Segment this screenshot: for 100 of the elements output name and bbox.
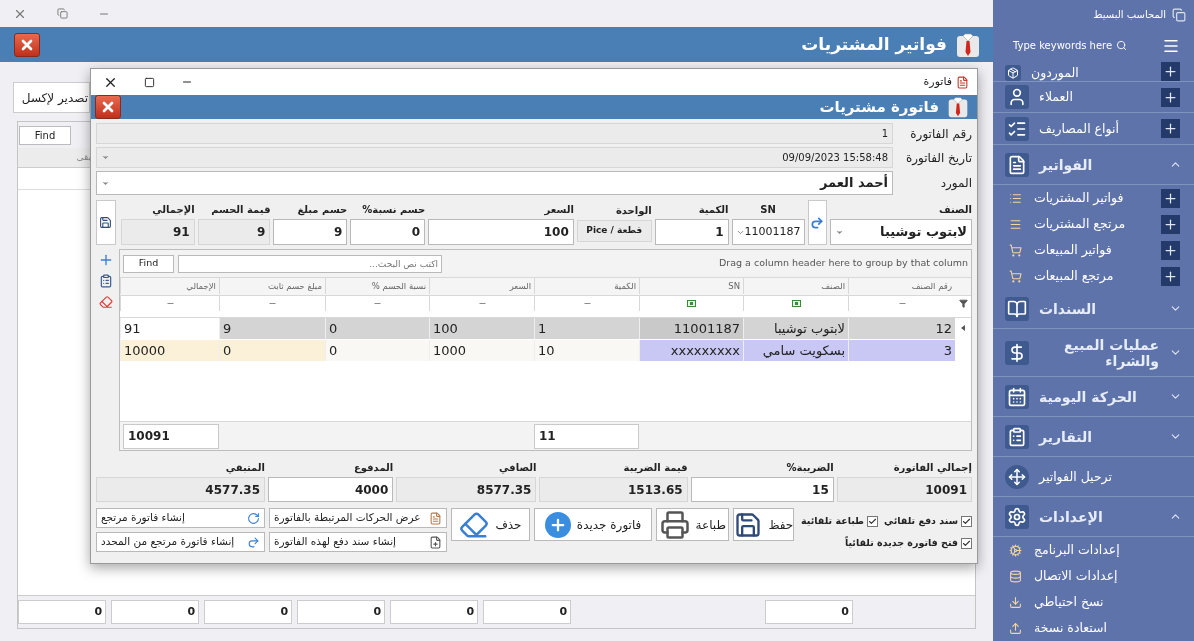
- close-icon: [100, 99, 116, 115]
- column-header[interactable]: SN: [639, 278, 743, 294]
- total-label: قيمة الضريبة: [622, 461, 688, 476]
- action-button[interactable]: طباعة: [656, 508, 730, 541]
- total-field: 8577.35: [396, 477, 537, 502]
- readonly-field: 1: [96, 123, 893, 144]
- sidebar-item[interactable]: إعدادات البرنامج: [1034, 542, 1120, 558]
- link-button[interactable]: إنشاء سند دفع لهذه الفاتورة: [269, 532, 447, 552]
- sidebar-group[interactable]: عمليات المبيع والشراء: [1039, 336, 1159, 369]
- total-field[interactable]: 4000: [268, 477, 394, 502]
- close-button[interactable]: [14, 32, 40, 57]
- checklist-icon: [1005, 116, 1029, 141]
- add-button[interactable]: [1161, 119, 1180, 139]
- column-header[interactable]: الصنف: [743, 278, 848, 294]
- column-header[interactable]: رقم الصنف: [848, 278, 955, 294]
- sidebar-group[interactable]: التقارير: [1039, 428, 1093, 445]
- entry-field[interactable]: 9: [273, 219, 348, 245]
- total-label: الضريبة%: [785, 461, 834, 476]
- total-field: 4577.35: [96, 477, 265, 502]
- grid-cell: لابتوب توشيبا: [743, 318, 848, 339]
- filter-icon[interactable]: [958, 299, 968, 308]
- export-button[interactable]: تصدير لإكسل: [13, 82, 90, 113]
- group-hint: Drag a column header here to group by that column: [719, 256, 968, 271]
- app-name: المحاسب البسيط: [1093, 8, 1166, 23]
- add-button[interactable]: [1161, 214, 1180, 234]
- column-header[interactable]: الكمية: [534, 278, 639, 294]
- calendar-icon: [1005, 384, 1029, 409]
- sidebar-item[interactable]: استعادة نسخة: [1034, 620, 1108, 636]
- plus-icon: [1163, 121, 1178, 137]
- sidebar-item[interactable]: العملاء: [1039, 89, 1073, 105]
- window-title: فواتير المشتريات: [801, 32, 947, 57]
- sidebar-item[interactable]: أنواع المصاريف: [1039, 120, 1119, 137]
- item-combo[interactable]: لابتوب توشيبا: [830, 219, 972, 245]
- total-label: المتبقي: [224, 461, 265, 476]
- column-header[interactable]: الإجمالي: [120, 278, 219, 294]
- add-button[interactable]: [1161, 188, 1180, 208]
- shirt-tie-icon: [947, 96, 969, 118]
- link-button[interactable]: إنشاء فاتورة مرتجع: [96, 508, 265, 528]
- sidebar-item[interactable]: مرتجع المشتريات: [1034, 216, 1126, 233]
- search-field[interactable]: Type keywords here: [1013, 38, 1128, 54]
- curved-arrow-icon: [810, 215, 825, 230]
- current-row-indicator: [961, 325, 965, 332]
- link-button[interactable]: عرض الحركات المرتبطة بالفاتورة: [269, 508, 447, 528]
- supplier-combo[interactable]: أحمد العمر: [96, 171, 893, 195]
- entry-field[interactable]: 100: [428, 219, 574, 245]
- sidebar-item[interactable]: الموردون: [1031, 64, 1079, 81]
- checkbox[interactable]: [961, 515, 972, 527]
- sidebar-item[interactable]: إعدادات الاتصال: [1034, 568, 1118, 584]
- entry-label: قيمة الحسم: [210, 203, 271, 217]
- column-header[interactable]: نسبة الحسم %: [325, 278, 429, 294]
- sidebar-item[interactable]: فواتير المبيعات: [1034, 242, 1112, 259]
- column-header[interactable]: السعر: [429, 278, 534, 294]
- entry-label: الإجمالي: [151, 203, 195, 218]
- checkbox-label: سند دفع تلقائي: [884, 514, 958, 529]
- close-button[interactable]: [95, 95, 121, 119]
- column-header[interactable]: بقى: [76, 150, 91, 165]
- quantity-sum: 11: [534, 423, 639, 449]
- restore-icon[interactable]: [57, 8, 68, 19]
- sidebar-group[interactable]: السندات: [1039, 300, 1096, 317]
- entry-field[interactable]: 1: [654, 219, 729, 245]
- person-icon: [1005, 85, 1029, 109]
- sidebar-item[interactable]: مرتجع المبيعات: [1034, 268, 1114, 285]
- total-field: 0: [111, 600, 200, 624]
- find-button[interactable]: Find: [19, 125, 71, 145]
- entry-field: 91: [120, 219, 195, 245]
- serial-combo[interactable]: 11001187: [731, 219, 805, 245]
- entry-field[interactable]: 0: [350, 219, 426, 245]
- checkbox[interactable]: [867, 515, 879, 527]
- box-icon: [1005, 64, 1021, 81]
- sidebar-item[interactable]: نسخ احتياطي: [1034, 594, 1104, 610]
- add-button[interactable]: [1161, 240, 1180, 260]
- sidebar-group[interactable]: الفواتير: [1039, 156, 1093, 173]
- grid-cell: 10000: [120, 340, 219, 361]
- action-button[interactable]: فاتورة جديدة: [533, 508, 653, 541]
- sidebar-group[interactable]: الإعدادات: [1039, 508, 1103, 525]
- entry-label: الصنف: [937, 203, 972, 217]
- field-label: المورد: [939, 175, 972, 192]
- save-item-button[interactable]: [96, 200, 116, 245]
- entry-label: حسم نسبة%: [361, 203, 426, 217]
- readonly-field: 15:58:48 09/09/2023: [96, 147, 893, 168]
- link-button[interactable]: إنشاء فاتورة مرتجع من المحدد: [96, 532, 265, 552]
- sidebar-group[interactable]: الحركة اليومية: [1039, 388, 1137, 405]
- checkbox[interactable]: [961, 537, 972, 549]
- total-field[interactable]: 15: [690, 477, 834, 502]
- maximize-icon[interactable]: [144, 76, 155, 88]
- add-button[interactable]: [1161, 87, 1180, 107]
- action-button[interactable]: حفظ: [733, 508, 795, 541]
- add-button[interactable]: [1161, 266, 1180, 286]
- find-button[interactable]: Find: [123, 254, 174, 273]
- action-button[interactable]: حذف: [451, 508, 530, 541]
- sidebar-item[interactable]: ترحيل الفواتير: [1039, 468, 1112, 485]
- total-field: 0: [18, 600, 107, 624]
- plus-icon: [1163, 89, 1178, 105]
- total-field: 0: [204, 600, 293, 624]
- transfer-button[interactable]: [807, 200, 828, 245]
- add-button[interactable]: [1161, 61, 1180, 81]
- column-header[interactable]: مبلغ حسم ثابت: [219, 278, 325, 294]
- sidebar-item[interactable]: فواتير المشتريات: [1034, 190, 1124, 207]
- grid-search-field[interactable]: اكتب نص البحث...: [178, 254, 442, 273]
- dialog-heading: فاتورة مشتريات: [819, 96, 939, 118]
